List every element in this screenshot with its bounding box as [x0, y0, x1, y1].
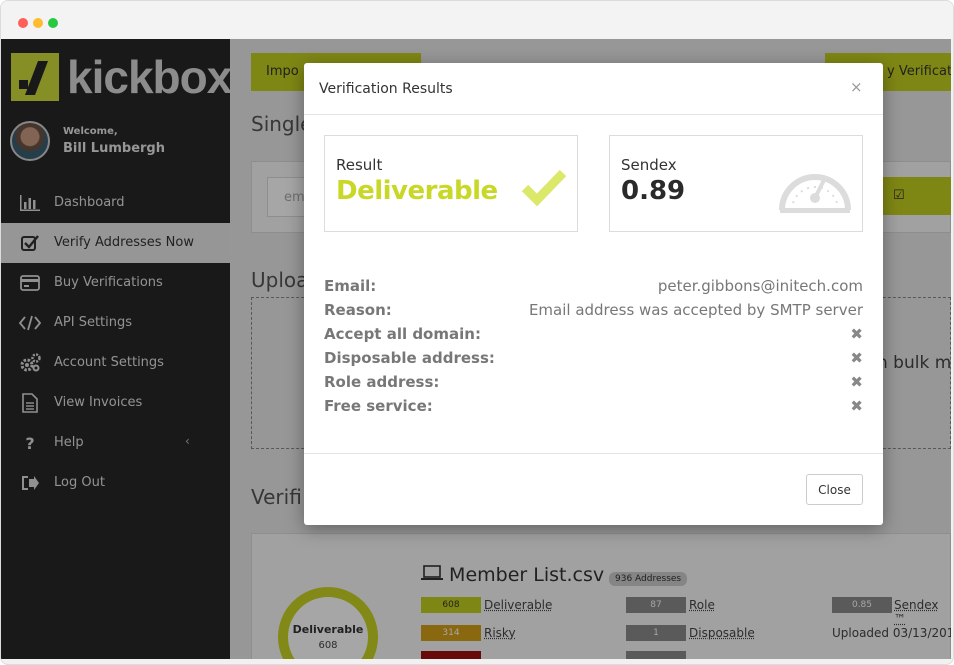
modal-footer: Close: [304, 453, 883, 525]
result-value: Deliverable: [336, 176, 498, 206]
detail-row-disposable: Disposable address: ✖: [324, 347, 863, 371]
maximize-window-button[interactable]: [48, 18, 58, 28]
details-list: Email: peter.gibbons@initech.com Reason:…: [324, 275, 863, 419]
detail-label: Email:: [324, 277, 377, 295]
detail-row-role: Role address: ✖: [324, 371, 863, 395]
browser-window: kickbox Welcome, Bill Lumbergh Dashboard: [0, 0, 954, 665]
modal-header: Verification Results ×: [304, 63, 883, 115]
close-icon[interactable]: ×: [850, 78, 863, 96]
x-icon: ✖: [850, 349, 863, 367]
app: kickbox Welcome, Bill Lumbergh Dashboard: [1, 39, 951, 659]
detail-label: Reason:: [324, 301, 392, 319]
result-card: Result Deliverable: [324, 135, 578, 232]
sendex-card: Sendex 0.89: [609, 135, 863, 232]
detail-label: Free service:: [324, 397, 433, 415]
verification-results-modal: Verification Results × Result Deliverabl…: [304, 63, 883, 525]
detail-value: peter.gibbons@initech.com: [657, 277, 863, 295]
close-window-button[interactable]: [18, 18, 28, 28]
x-icon: ✖: [850, 397, 863, 415]
detail-row-free-service: Free service: ✖: [324, 395, 863, 419]
detail-row-email: Email: peter.gibbons@initech.com: [324, 275, 863, 299]
x-icon: ✖: [850, 325, 863, 343]
sendex-value: 0.89: [621, 176, 686, 206]
detail-row-reason: Reason: Email address was accepted by SM…: [324, 299, 863, 323]
close-button[interactable]: Close: [806, 474, 863, 505]
modal-title: Verification Results: [319, 81, 453, 97]
x-icon: ✖: [850, 373, 863, 391]
detail-label: Disposable address:: [324, 349, 495, 367]
speedometer-icon: [779, 174, 851, 213]
detail-label: Role address:: [324, 373, 440, 391]
detail-row-accept-all: Accept all domain: ✖: [324, 323, 863, 347]
title-bar: [1, 1, 953, 39]
detail-label: Accept all domain:: [324, 325, 481, 343]
result-label: Result: [336, 156, 383, 174]
minimize-window-button[interactable]: [33, 18, 43, 28]
checkmark-icon: [521, 169, 567, 207]
sendex-label: Sendex: [621, 156, 677, 174]
detail-value: Email address was accepted by SMTP serve…: [528, 301, 863, 319]
